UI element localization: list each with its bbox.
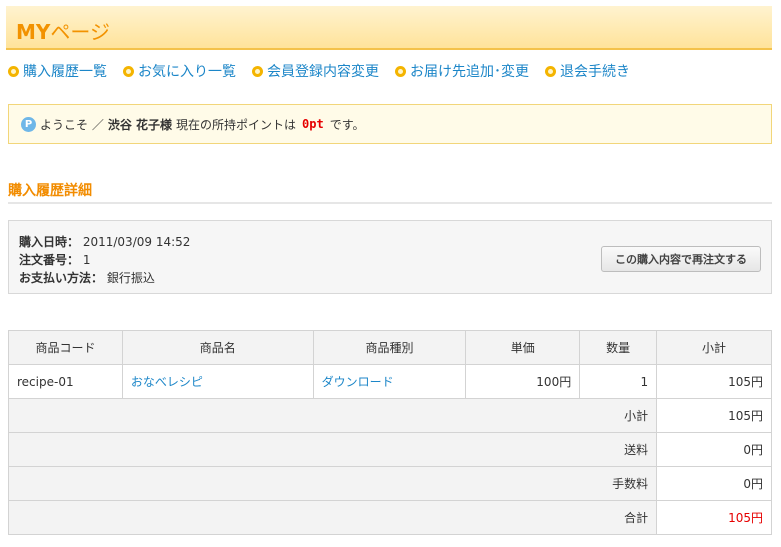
bullet-icon bbox=[545, 65, 556, 77]
payment-method: お支払い方法： 銀行振込 bbox=[19, 271, 155, 285]
product-link[interactable]: おなべレシピ bbox=[131, 375, 203, 389]
table-row: recipe-01 おなべレシピ ダウンロード 100円 1 105円 bbox=[8, 364, 772, 399]
welcome-prefix: ようこそ ／ bbox=[40, 117, 104, 132]
col-header-subtotal: 小計 bbox=[656, 330, 772, 365]
bullet-icon bbox=[8, 65, 19, 77]
points-text: 現在の所持ポイントは bbox=[176, 117, 297, 132]
summary-value: 0円 bbox=[656, 432, 772, 467]
cell-qty: 1 bbox=[579, 364, 658, 399]
cell-price: 100円 bbox=[465, 364, 581, 399]
nav-withdraw[interactable]: 退会手続き bbox=[545, 61, 630, 81]
nav-member-edit[interactable]: 会員登録内容変更 bbox=[252, 61, 379, 81]
product-type-link[interactable]: ダウンロード bbox=[322, 375, 394, 389]
points-icon: P bbox=[21, 116, 36, 132]
nav-delivery-address[interactable]: お届け先追加･変更 bbox=[395, 61, 529, 81]
col-header-type: 商品種別 bbox=[312, 330, 467, 365]
summary-value: 105円 bbox=[656, 398, 772, 433]
mypage-nav: 購入履歴一覧 お気に入り一覧 会員登録内容変更 お届け先追加･変更 退会手続き bbox=[8, 60, 646, 82]
page-header: MYページ bbox=[6, 6, 772, 50]
summary-value: 0円 bbox=[656, 466, 772, 501]
nav-purchase-history[interactable]: 購入履歴一覧 bbox=[8, 61, 107, 81]
welcome-suffix: です。 bbox=[329, 117, 365, 132]
bullet-icon bbox=[123, 65, 134, 77]
summary-label: 小計 bbox=[7, 398, 658, 433]
summary-row-subtotal: 小計 105円 bbox=[7, 398, 772, 433]
summary-row-fee: 手数料 0円 bbox=[7, 466, 772, 501]
summary-row-total: 合計 105円 bbox=[7, 500, 772, 535]
nav-favorites[interactable]: お気に入り一覧 bbox=[123, 61, 236, 81]
cell-code: recipe-01 bbox=[8, 364, 123, 399]
order-table: 商品コード 商品名 商品種別 単価 数量 小計 recipe-01 おなべレシピ… bbox=[7, 330, 772, 535]
cell-name: おなべレシピ bbox=[121, 364, 314, 399]
reorder-button[interactable]: この購入内容で再注文する bbox=[601, 246, 761, 272]
col-header-qty: 数量 bbox=[579, 330, 658, 365]
welcome-box: P ようこそ ／ 渋谷 花子様 現在の所持ポイントは 0pt です。 bbox=[8, 104, 772, 144]
order-number: 注文番号： 1 bbox=[19, 253, 91, 267]
total-value: 105円 bbox=[656, 500, 772, 535]
col-header-code: 商品コード bbox=[8, 330, 123, 365]
bullet-icon bbox=[252, 65, 263, 77]
cell-type: ダウンロード bbox=[312, 364, 467, 399]
summary-row-shipping: 送料 0円 bbox=[7, 432, 772, 467]
summary-label: 合計 bbox=[7, 500, 658, 535]
user-name: 渋谷 花子様 bbox=[107, 117, 173, 132]
cell-subtotal: 105円 bbox=[656, 364, 772, 399]
summary-label: 手数料 bbox=[7, 466, 658, 501]
table-header-row: 商品コード 商品名 商品種別 単価 数量 小計 bbox=[8, 330, 772, 365]
points-value: 0pt bbox=[302, 117, 324, 131]
page-title: MYページ bbox=[16, 20, 110, 44]
col-header-price: 単価 bbox=[465, 330, 581, 365]
bullet-icon bbox=[395, 65, 406, 77]
summary-label: 送料 bbox=[7, 432, 658, 467]
order-date: 購入日時： 2011/03/09 14:52 bbox=[19, 235, 191, 249]
col-header-name: 商品名 bbox=[121, 330, 314, 365]
section-title: 購入履歴詳細 bbox=[8, 180, 772, 204]
order-info-box: 購入日時： 2011/03/09 14:52 注文番号： 1 お支払い方法： 銀… bbox=[8, 220, 772, 294]
